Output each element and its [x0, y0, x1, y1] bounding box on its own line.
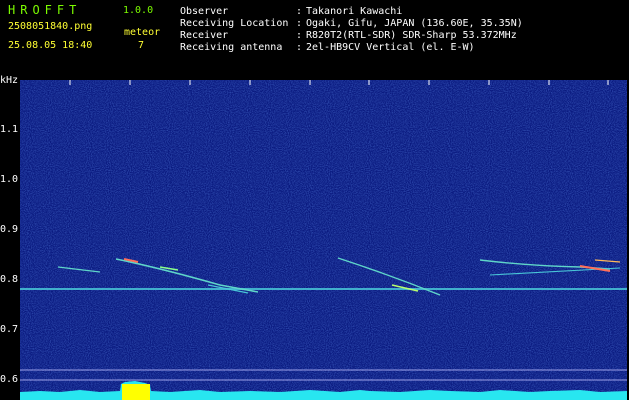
y-tick-0-9: 0.9	[0, 224, 19, 235]
spectrogram-noise	[20, 80, 627, 400]
meteor-count: 7	[138, 40, 145, 51]
info-receiver-sep: :	[296, 30, 303, 41]
y-tick-1-0: 1.0	[0, 174, 19, 185]
info-location-key: Receiving Location	[180, 18, 289, 29]
info-location-value: Ogaki, Gifu, JAPAN (136.60E, 35.35N)	[306, 18, 523, 29]
info-receiver-key: Receiver	[180, 30, 229, 41]
signal-peak	[122, 384, 150, 400]
app-brand: HROFFT	[8, 3, 82, 17]
y-tick-0-7: 0.7	[0, 324, 19, 335]
y-tick-0-6: 0.6	[0, 374, 19, 385]
capture-datetime: 25.08.05 18:40	[8, 40, 93, 51]
y-axis-unit: kHz	[0, 75, 19, 86]
info-antenna-sep: :	[296, 42, 303, 53]
info-observer-value: Takanori Kawachi	[306, 6, 403, 17]
info-observer-key: Observer	[180, 6, 229, 17]
info-observer-sep: :	[296, 6, 303, 17]
info-antenna-key: Receiving antenna	[180, 42, 283, 53]
info-antenna-value: 2el-HB9CV Vertical (el. E-W)	[306, 42, 475, 53]
info-receiver-value: R820T2(RTL-SDR) SDR-Sharp 53.372MHz	[306, 30, 517, 41]
file-name: 2508051840.png	[8, 21, 93, 32]
header-panel: HROFFT 1.0.0 2508051840.png 25.08.05 18:…	[0, 0, 629, 74]
y-tick-1-1: 1.1	[0, 124, 19, 135]
y-tick-0-8: 0.8	[0, 274, 19, 285]
info-location-sep: :	[296, 18, 303, 29]
meteor-label: meteor	[124, 27, 161, 38]
app-version: 1.0.0	[123, 5, 154, 16]
spectrogram-plot	[20, 80, 627, 400]
